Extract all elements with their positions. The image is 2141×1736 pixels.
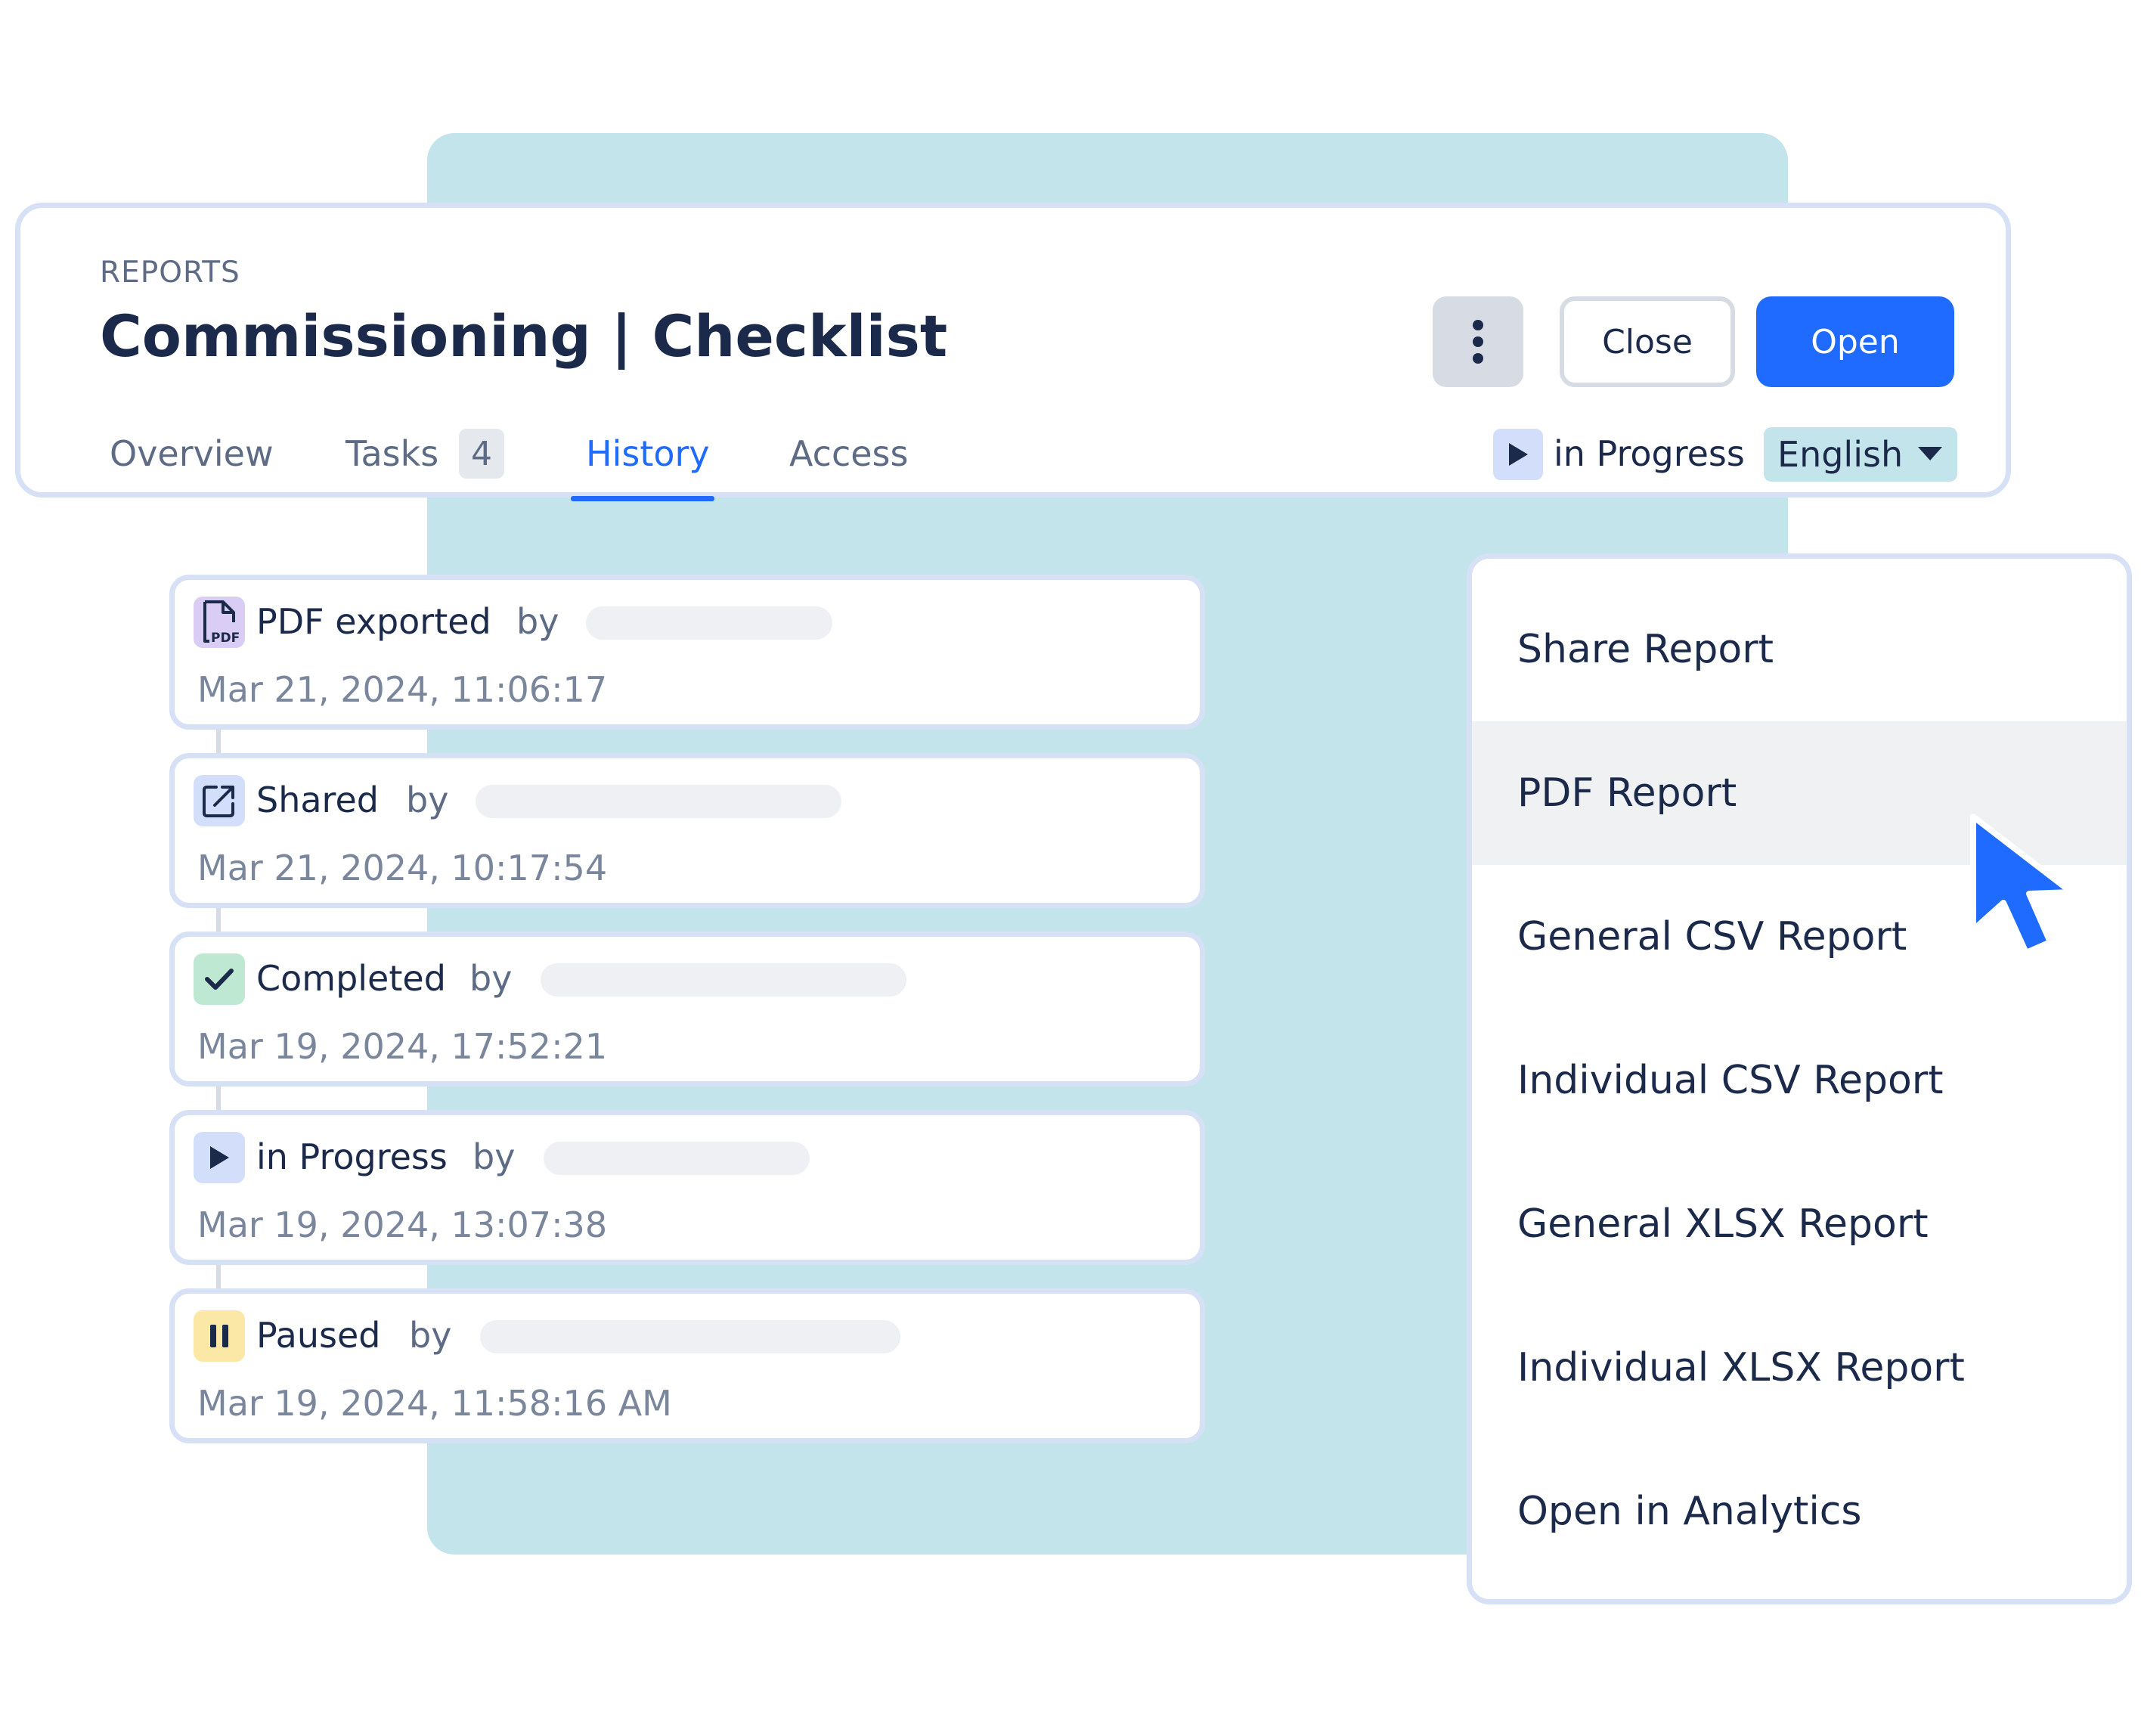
menu-item-general-xlsx-report[interactable]: General XLSX Report bbox=[1472, 1152, 2127, 1296]
history-entry: Completed by Mar 19, 2024, 17:52:21 bbox=[169, 932, 1205, 1087]
history-entry-label: Shared bbox=[256, 780, 379, 820]
history-entry-time: Mar 19, 2024, 11:58:16 AM bbox=[197, 1383, 672, 1424]
history-entry-by: by bbox=[469, 958, 513, 999]
tab-overview[interactable]: Overview bbox=[110, 433, 274, 474]
vertical-dots-icon bbox=[1473, 320, 1483, 364]
tasks-count-badge: 4 bbox=[459, 429, 504, 479]
history-entry-time: Mar 19, 2024, 13:07:38 bbox=[197, 1204, 608, 1245]
play-icon bbox=[1493, 429, 1543, 480]
active-tab-indicator bbox=[571, 496, 714, 501]
report-header-card: REPORTS Commissioning | Checklist Close … bbox=[15, 203, 2011, 501]
history-entry-time: Mar 21, 2024, 10:17:54 bbox=[197, 848, 608, 888]
status-label: in Progress bbox=[1554, 433, 1745, 474]
menu-item-open-in-analytics[interactable]: Open in Analytics bbox=[1472, 1440, 2127, 1583]
check-icon bbox=[194, 953, 245, 1005]
breadcrumb[interactable]: REPORTS bbox=[100, 256, 240, 290]
svg-text:PDF: PDF bbox=[211, 631, 240, 645]
user-name-placeholder bbox=[476, 785, 841, 818]
tab-history[interactable]: History bbox=[586, 433, 710, 474]
menu-item-individual-csv-report[interactable]: Individual CSV Report bbox=[1472, 1009, 2127, 1152]
user-name-placeholder bbox=[541, 963, 906, 997]
user-name-placeholder bbox=[586, 606, 832, 640]
history-entry-by: by bbox=[516, 601, 559, 642]
pause-icon bbox=[194, 1310, 245, 1362]
menu-item-individual-xlsx-report[interactable]: Individual XLSX Report bbox=[1472, 1296, 2127, 1440]
history-entry-by: by bbox=[406, 780, 449, 820]
history-entry-label: in Progress bbox=[256, 1136, 448, 1177]
share-icon bbox=[194, 775, 245, 826]
page-title: Commissioning | Checklist bbox=[100, 302, 948, 370]
pdf-file-icon: PDF bbox=[194, 597, 245, 648]
menu-item-share-report[interactable]: Share Report bbox=[1472, 578, 2127, 721]
language-selected-value: English bbox=[1777, 434, 1904, 475]
history-entry: Shared by Mar 21, 2024, 10:17:54 bbox=[169, 753, 1205, 908]
language-select[interactable]: English bbox=[1764, 427, 1957, 482]
history-entry: PDF PDF exported by Mar 21, 2024, 11:06:… bbox=[169, 575, 1205, 730]
user-name-placeholder bbox=[480, 1320, 900, 1353]
user-name-placeholder bbox=[544, 1142, 810, 1175]
play-icon bbox=[194, 1132, 245, 1183]
open-button[interactable]: Open bbox=[1756, 296, 1954, 387]
history-entry-label: Paused bbox=[256, 1315, 381, 1356]
mouse-pointer-icon bbox=[1970, 814, 2074, 956]
history-entry-time: Mar 21, 2024, 11:06:17 bbox=[197, 669, 608, 710]
chevron-down-icon bbox=[1918, 447, 1942, 460]
more-options-button[interactable] bbox=[1433, 296, 1523, 387]
history-entry-time: Mar 19, 2024, 17:52:21 bbox=[197, 1026, 608, 1067]
report-actions-menu: Share Report PDF Report General CSV Repo… bbox=[1467, 553, 2132, 1604]
tab-access[interactable]: Access bbox=[789, 433, 908, 474]
close-button[interactable]: Close bbox=[1560, 296, 1735, 387]
history-entry-by: by bbox=[473, 1136, 516, 1177]
history-entry: Paused by Mar 19, 2024, 11:58:16 AM bbox=[169, 1288, 1205, 1443]
tab-tasks[interactable]: Tasks bbox=[345, 433, 438, 474]
history-entry-by: by bbox=[409, 1315, 452, 1356]
history-entry-label: Completed bbox=[256, 958, 446, 999]
history-entry: in Progress by Mar 19, 2024, 13:07:38 bbox=[169, 1110, 1205, 1265]
history-entry-label: PDF exported bbox=[256, 601, 491, 642]
